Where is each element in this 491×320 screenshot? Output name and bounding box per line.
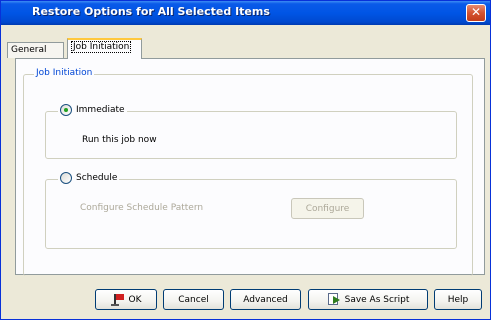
flag-icon <box>110 293 125 306</box>
ok-button[interactable]: OK <box>95 289 157 310</box>
save-as-script-button-label: Save As Script <box>344 294 410 305</box>
ok-button-label: OK <box>128 294 142 305</box>
tab-general-label: General <box>11 45 47 55</box>
help-button-label: Help <box>447 294 469 305</box>
close-button[interactable]: ✕ <box>466 4 486 22</box>
dialog-title: Restore Options for All Selected Items <box>32 5 270 18</box>
immediate-radio[interactable]: Immediate <box>58 104 127 116</box>
title-bar[interactable]: Restore Options for All Selected Items ✕ <box>1 1 490 25</box>
immediate-radio-button[interactable] <box>60 104 72 116</box>
advanced-button[interactable]: Advanced <box>230 289 301 310</box>
job-initiation-group-label: Job Initiation <box>34 68 95 78</box>
tab-job-initiation-label: Job Initiation <box>71 41 132 53</box>
immediate-label: Immediate <box>76 105 125 115</box>
close-icon: ✕ <box>470 5 482 19</box>
schedule-label: Schedule <box>76 173 118 183</box>
save-as-script-button[interactable]: Save As Script <box>308 289 428 310</box>
help-button[interactable]: Help <box>434 289 482 310</box>
advanced-button-label: Advanced <box>243 294 288 305</box>
immediate-description: Run this job now <box>82 135 157 145</box>
configure-button-label: Configure <box>305 203 350 214</box>
cancel-button[interactable]: Cancel <box>163 289 224 310</box>
schedule-group <box>45 179 457 249</box>
schedule-radio[interactable]: Schedule <box>58 172 120 184</box>
schedule-radio-button[interactable] <box>60 172 72 184</box>
schedule-pattern-label: Configure Schedule Pattern <box>80 203 204 213</box>
tab-general[interactable]: General <box>7 42 64 58</box>
dialog-window: Restore Options for All Selected Items ✕… <box>0 0 491 320</box>
tab-panel-job-initiation: Job Initiation Immediate Run this job no… <box>15 58 485 276</box>
tab-job-initiation[interactable]: Job Initiation <box>67 38 142 59</box>
cancel-button-label: Cancel <box>178 294 209 305</box>
script-icon <box>327 293 341 306</box>
configure-button[interactable]: Configure <box>291 198 364 219</box>
